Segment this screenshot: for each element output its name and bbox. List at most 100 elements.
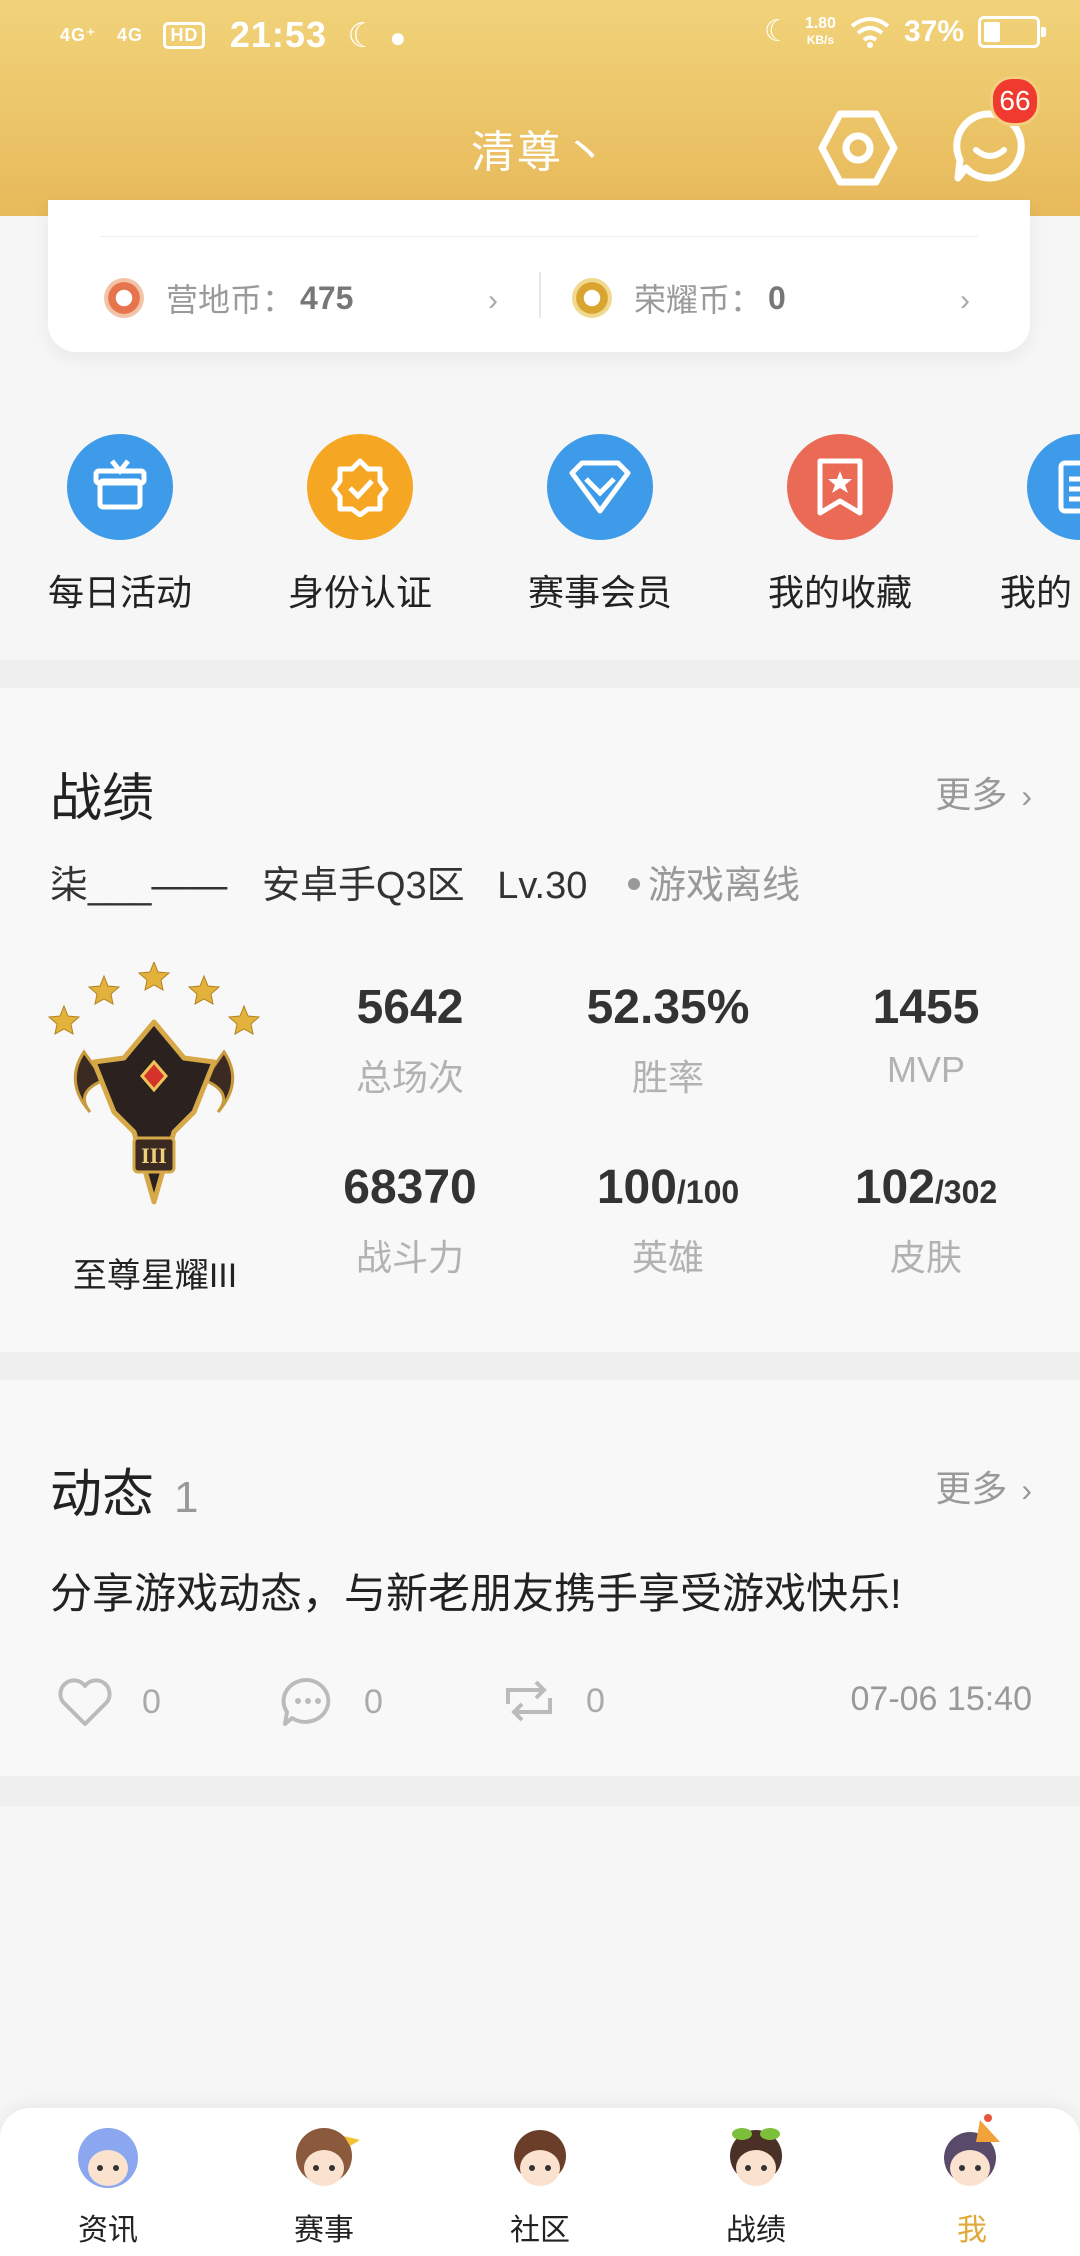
like-count: 0 bbox=[142, 1682, 161, 1721]
nav-community[interactable]: 社区 bbox=[460, 2112, 620, 2249]
coins-card: 营地币： 475 › 荣耀币： 0 › bbox=[48, 200, 1030, 352]
more-label: 更多 bbox=[935, 1468, 1008, 1509]
like-button[interactable]: 0 bbox=[56, 1676, 161, 1728]
speed-unit: KB/s bbox=[806, 32, 835, 47]
shortcut-label: 身份认证 bbox=[287, 572, 432, 613]
camp-coin-label: 营地币： bbox=[166, 282, 295, 318]
nav-label: 社区 bbox=[510, 2214, 570, 2247]
rank-name: 至尊星耀III bbox=[72, 1257, 238, 1295]
stat-matches: 5642 总场次 bbox=[300, 980, 520, 1101]
moon-icon: ☾ bbox=[347, 17, 379, 55]
more-label: 更多 bbox=[935, 774, 1008, 815]
nav-events[interactable]: 赛事 bbox=[244, 2112, 404, 2249]
moon-icon: ☾ bbox=[763, 15, 791, 48]
stat-label: 英雄 bbox=[631, 1237, 704, 1278]
battery-icon bbox=[978, 15, 1046, 48]
network-4g-plus: 4G⁺ bbox=[60, 25, 97, 45]
nav-label: 我 bbox=[957, 2214, 987, 2247]
chevron-right-icon: › bbox=[960, 284, 970, 317]
shortcuts-row: 每日活动 身份认证 赛事会员 我的收藏 我的 bbox=[0, 400, 1080, 660]
battery-percent: 37% bbox=[903, 14, 964, 48]
nav-battle[interactable]: 战绩 bbox=[676, 2112, 836, 2249]
bottom-nav: 资讯 赛事 社区 战绩 我 bbox=[0, 2108, 1080, 2256]
coin-icon bbox=[572, 278, 612, 318]
more-link[interactable]: 更多 › bbox=[935, 766, 1032, 818]
glory-coin-item[interactable]: 荣耀币： 0 bbox=[572, 270, 786, 326]
events-avatar-icon bbox=[296, 2128, 360, 2186]
shortcut-favorites[interactable]: 我的收藏 bbox=[740, 434, 940, 616]
feed-section: 动态 1 更多 › 分享游戏动态，与新老朋友携手享受游戏快乐! 0 0 0 07-0… bbox=[0, 1380, 1080, 1776]
battle-record-section: 战绩 更多 › 柒___—— 安卓手Q3区 Lv.30 游戏离线 III 至尊星耀… bbox=[0, 688, 1080, 1352]
verified-badge-icon bbox=[307, 434, 413, 540]
skins-owned: 102 bbox=[854, 1161, 935, 1214]
nav-me[interactable]: 我 bbox=[892, 2112, 1052, 2249]
stat-label: 皮肤 bbox=[889, 1237, 962, 1278]
repost-button[interactable]: 0 bbox=[500, 1676, 605, 1726]
settings-button[interactable] bbox=[818, 108, 898, 188]
hexagon-gear-icon bbox=[818, 110, 898, 186]
header: 4G⁺ 4G HD 21:53 ☾ ● ☾ 1.80 KB/s 37% 清尊丶 bbox=[0, 0, 1080, 216]
player-level: Lv.30 bbox=[497, 865, 588, 907]
shortcut-label: 我的收藏 bbox=[767, 572, 912, 613]
stat-value: 5642 bbox=[356, 981, 464, 1034]
nav-news[interactable]: 资讯 bbox=[28, 2112, 188, 2249]
camp-coin-item[interactable]: 营地币： 475 bbox=[104, 270, 353, 326]
feed-title: 动态 bbox=[50, 1466, 155, 1524]
nav-label: 战绩 bbox=[726, 2214, 786, 2247]
heroes-total: /100 bbox=[676, 1174, 740, 1210]
player-status: 游戏离线 bbox=[627, 865, 800, 907]
messages-button[interactable]: 66 bbox=[952, 76, 1040, 184]
section-divider bbox=[0, 660, 1080, 688]
rank-emblem[interactable]: III bbox=[44, 962, 264, 1222]
network-4g: 4G bbox=[116, 25, 143, 45]
stat-skins: 102/302 皮肤 bbox=[816, 1160, 1036, 1281]
network-speed: 1.80 KB/s bbox=[804, 14, 836, 48]
shortcut-event-member[interactable]: 赛事会员 bbox=[500, 434, 700, 616]
stat-label: 总场次 bbox=[355, 1057, 464, 1098]
repost-icon bbox=[506, 1680, 552, 1722]
stat-mvp: 1455 MVP bbox=[816, 980, 1036, 1091]
section-title: 战绩 bbox=[50, 770, 155, 828]
glory-coin-value: 0 bbox=[768, 279, 786, 316]
feed-timestamp: 07-06 15:40 bbox=[850, 1680, 1033, 1718]
nav-label: 赛事 bbox=[294, 2214, 354, 2247]
chevron-right-icon: › bbox=[1021, 1472, 1032, 1508]
me-avatar-icon bbox=[944, 2114, 1000, 2186]
repost-count: 0 bbox=[586, 1681, 605, 1720]
stat-value: 52.35% bbox=[586, 981, 750, 1034]
coin-icon bbox=[104, 278, 144, 318]
chevron-right-icon: › bbox=[488, 284, 498, 317]
status-dot bbox=[627, 878, 640, 890]
stat-value: 102/302 bbox=[816, 1160, 1036, 1215]
stat-label: MVP bbox=[886, 1049, 965, 1090]
stat-label: 战斗力 bbox=[355, 1237, 464, 1278]
stat-value: 1455 bbox=[872, 981, 980, 1034]
stat-power: 68370 战斗力 bbox=[300, 1160, 520, 1281]
stat-label: 胜率 bbox=[631, 1057, 704, 1098]
page-title[interactable]: 清尊丶 bbox=[0, 116, 1080, 180]
status-text: 游戏离线 bbox=[647, 865, 800, 907]
wechat-icon: ● bbox=[389, 22, 408, 53]
shortcut-my[interactable]: 我的 bbox=[980, 434, 1080, 616]
comment-button[interactable]: 0 bbox=[280, 1676, 383, 1728]
chevron-right-icon: › bbox=[1021, 778, 1032, 814]
document-icon bbox=[1027, 434, 1080, 540]
more-link[interactable]: 更多 › bbox=[935, 1460, 1032, 1512]
shortcut-identity-verify[interactable]: 身份认证 bbox=[260, 434, 460, 616]
status-bar: 4G⁺ 4G HD 21:53 ☾ ● ☾ 1.80 KB/s 37% bbox=[0, 0, 1080, 72]
speed-value: 1.80 bbox=[804, 14, 836, 32]
feed-text[interactable]: 分享游戏动态，与新老朋友携手享受游戏快乐! bbox=[50, 1560, 902, 1621]
comment-count: 0 bbox=[364, 1682, 383, 1721]
section-divider bbox=[0, 1776, 1080, 1806]
divider bbox=[539, 272, 541, 318]
heart-icon bbox=[58, 1678, 112, 1726]
skins-total: /302 bbox=[934, 1174, 998, 1210]
shortcut-label: 每日活动 bbox=[47, 572, 192, 613]
shortcut-daily-activity[interactable]: 每日活动 bbox=[20, 434, 220, 616]
stat-value: 68370 bbox=[343, 1161, 477, 1214]
status-right: ☾ 1.80 KB/s 37% bbox=[763, 14, 1046, 49]
divider bbox=[100, 236, 978, 237]
nav-label: 资讯 bbox=[78, 2214, 138, 2247]
section-divider bbox=[0, 1352, 1080, 1380]
section-title: 动态 1 bbox=[50, 1452, 199, 1527]
